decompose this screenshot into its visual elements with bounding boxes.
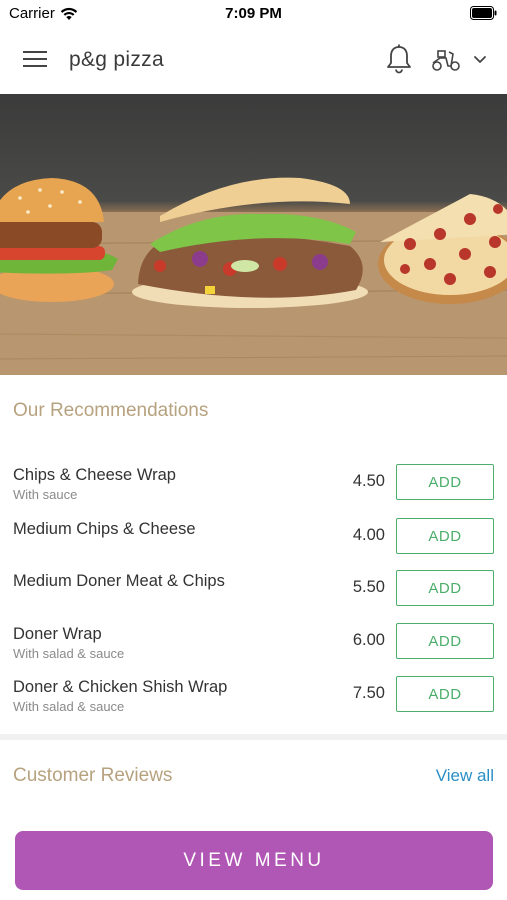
status-time: 7:09 PM bbox=[225, 5, 282, 22]
list-item: Medium Chips & Cheese 4.00 ADD bbox=[0, 518, 507, 568]
item-name: Chips & Cheese Wrap bbox=[13, 466, 176, 484]
item-description: With sauce bbox=[13, 487, 78, 502]
burger-image bbox=[0, 178, 118, 302]
status-bar: Carrier 7:09 PM bbox=[0, 0, 507, 26]
section-divider bbox=[0, 734, 507, 740]
list-item: Chips & Cheese Wrap With sauce 4.50 ADD bbox=[0, 464, 507, 514]
reviews-title: Customer Reviews bbox=[13, 765, 173, 786]
item-name: Medium Doner Meat & Chips bbox=[13, 572, 225, 590]
item-description: With salad & sauce bbox=[13, 699, 125, 714]
food-banner-image bbox=[0, 177, 507, 375]
recommendations-title: Our Recommendations bbox=[13, 400, 209, 421]
list-item: Medium Doner Meat & Chips 5.50 ADD bbox=[0, 570, 507, 620]
chevron-down-icon[interactable] bbox=[471, 52, 489, 68]
hero-banner bbox=[0, 94, 507, 375]
item-price: 4.50 bbox=[352, 472, 385, 490]
add-button[interactable]: ADD bbox=[396, 518, 494, 554]
item-name: Doner Wrap bbox=[13, 625, 102, 643]
pizza-image bbox=[378, 194, 507, 304]
item-name: Medium Chips & Cheese bbox=[13, 520, 196, 538]
item-name: Doner & Chicken Shish Wrap bbox=[13, 678, 228, 696]
view-all-reviews-link[interactable]: View all bbox=[436, 766, 494, 786]
bell-icon[interactable] bbox=[385, 43, 413, 75]
hamburger-menu-icon[interactable] bbox=[22, 47, 48, 71]
app-header: p&g pizza bbox=[0, 26, 507, 94]
app-title: p&g pizza bbox=[69, 48, 164, 71]
list-item: Doner & Chicken Shish Wrap With salad & … bbox=[0, 676, 507, 726]
item-price: 5.50 bbox=[352, 578, 385, 596]
add-button[interactable]: ADD bbox=[396, 623, 494, 659]
add-button[interactable]: ADD bbox=[396, 570, 494, 606]
item-description: With salad & sauce bbox=[13, 646, 125, 661]
list-item: Doner Wrap With salad & sauce 6.00 ADD bbox=[0, 623, 507, 673]
scooter-icon[interactable] bbox=[430, 46, 462, 74]
item-price: 4.00 bbox=[352, 526, 385, 544]
item-price: 6.00 bbox=[352, 631, 385, 649]
add-button[interactable]: ADD bbox=[396, 464, 494, 500]
view-menu-button[interactable]: VIEW MENU bbox=[15, 831, 493, 890]
add-button[interactable]: ADD bbox=[396, 676, 494, 712]
battery-icon bbox=[470, 6, 497, 20]
item-price: 7.50 bbox=[352, 684, 385, 702]
